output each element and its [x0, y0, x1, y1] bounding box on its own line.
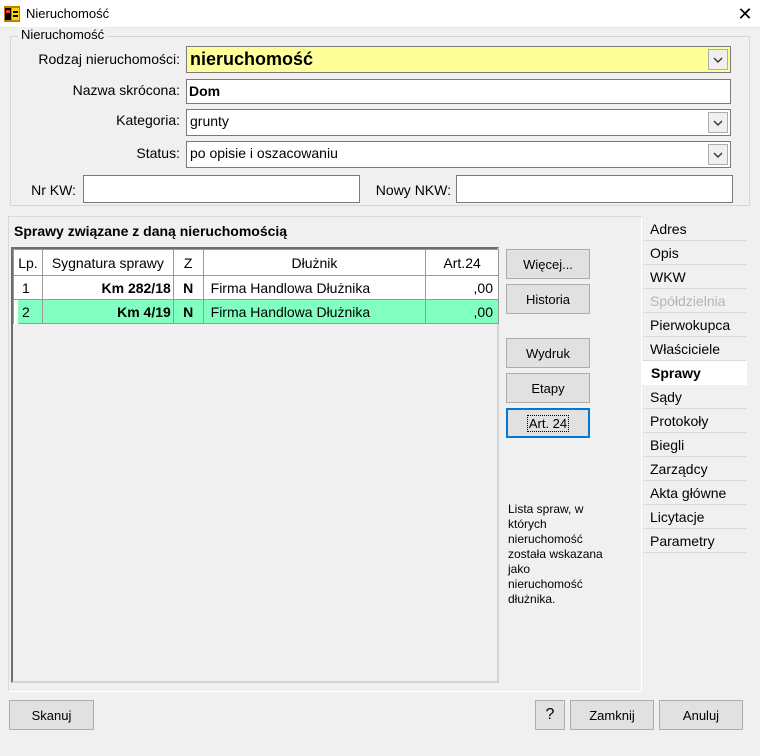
more-button[interactable]: Więcej... [506, 249, 590, 279]
cell-lp-text: 2 [22, 303, 30, 320]
row-selection-marker [14, 300, 18, 324]
cases-title: Sprawy związane z daną nieruchomością [14, 223, 288, 239]
chevron-down-icon[interactable] [708, 144, 728, 165]
title-bar: Nieruchomość ✕ [0, 0, 760, 28]
help-button[interactable]: ? [535, 700, 565, 730]
status-label: Status: [136, 145, 180, 161]
tab-spoldzielnia: Spółdzielnia [643, 289, 746, 313]
type-label: Rodzaj nieruchomości: [38, 51, 180, 67]
type-value: nieruchomość [190, 49, 314, 69]
tab-akta-glowne[interactable]: Akta główne [643, 481, 746, 505]
table-row-selected[interactable]: 2 Km 4/19 N Firma Handlowa Dłużnika ,00 [13, 299, 499, 324]
close-icon[interactable]: ✕ [734, 3, 756, 25]
cell-lp: 1 [13, 275, 43, 300]
tab-licytacje[interactable]: Licytacje [643, 505, 746, 529]
tab-biegli[interactable]: Biegli [643, 433, 746, 457]
stages-button[interactable]: Etapy [506, 373, 590, 403]
tab-parametry[interactable]: Parametry [643, 529, 746, 553]
tab-protokoly[interactable]: Protokoły [643, 409, 746, 433]
column-header-lp[interactable]: Lp. [13, 249, 43, 276]
short-name-value: Dom [189, 83, 221, 99]
tab-zarzadcy[interactable]: Zarządcy [643, 457, 746, 481]
art24-button[interactable]: Art. 24 [506, 408, 590, 438]
cancel-button[interactable]: Anuluj [659, 700, 743, 730]
scan-button[interactable]: Skanuj [9, 700, 94, 730]
kw-field[interactable] [83, 175, 360, 203]
cases-table: Lp. Sygnatura sprawy Z Dłużnik Art.24 1 … [13, 249, 499, 324]
tab-adres[interactable]: Adres [643, 217, 746, 241]
category-select[interactable]: grunty [186, 109, 731, 136]
status-value: po opisie i oszacowaniu [190, 145, 338, 161]
art24-button-label: Art. 24 [526, 414, 570, 432]
short-name-field[interactable]: Dom [186, 79, 731, 104]
tab-sprawy[interactable]: Sprawy [641, 361, 747, 385]
nkw-label: Nowy NKW: [375, 182, 451, 198]
cell-art24: ,00 [425, 299, 499, 324]
cases-hint: Lista spraw, w których nieruchomość zost… [508, 502, 603, 606]
column-header-signature[interactable]: Sygnatura sprawy [41, 249, 174, 276]
tab-sady[interactable]: Sądy [643, 385, 746, 409]
tab-wkw[interactable]: WKW [643, 265, 746, 289]
status-select[interactable]: po opisie i oszacowaniu [186, 141, 731, 168]
column-header-art24[interactable]: Art.24 [425, 249, 499, 276]
cell-signature: Km 4/19 [41, 299, 174, 324]
kw-label: Nr KW: [31, 182, 76, 198]
category-label: Kategoria: [116, 112, 180, 128]
tab-opis[interactable]: Opis [643, 241, 746, 265]
category-value: grunty [190, 113, 229, 129]
nkw-field[interactable] [456, 175, 733, 203]
print-button[interactable]: Wydruk [506, 338, 590, 368]
type-select[interactable]: nieruchomość [186, 46, 731, 73]
column-header-debtor[interactable]: Dłużnik [202, 249, 427, 276]
cell-signature: Km 282/18 [41, 275, 174, 300]
history-button[interactable]: Historia [506, 284, 590, 314]
window-title: Nieruchomość [26, 6, 110, 21]
chevron-down-icon[interactable] [708, 112, 728, 133]
table-row[interactable]: 1 Km 282/18 N Firma Handlowa Dłużnika ,0… [13, 275, 499, 300]
cases-grid[interactable]: Lp. Sygnatura sprawy Z Dłużnik Art.24 1 … [11, 247, 499, 683]
cell-debtor: Firma Handlowa Dłużnika [202, 299, 427, 324]
chevron-down-icon[interactable] [708, 49, 728, 70]
table-header-row: Lp. Sygnatura sprawy Z Dłużnik Art.24 [13, 249, 499, 276]
tab-wlasciciele[interactable]: Właściciele [643, 337, 746, 361]
cell-z: N [172, 275, 204, 300]
tab-pierwokupca[interactable]: Pierwokupca [643, 313, 746, 337]
column-header-z[interactable]: Z [172, 249, 204, 276]
close-button[interactable]: Zamknij [570, 700, 654, 730]
app-icon [4, 6, 20, 22]
cell-z: N [172, 299, 204, 324]
cell-art24: ,00 [425, 275, 499, 300]
groupbox-legend: Nieruchomość [18, 27, 108, 42]
cell-debtor: Firma Handlowa Dłużnika [202, 275, 427, 300]
cell-lp: 2 [13, 299, 43, 324]
short-name-label: Nazwa skrócona: [72, 82, 180, 98]
